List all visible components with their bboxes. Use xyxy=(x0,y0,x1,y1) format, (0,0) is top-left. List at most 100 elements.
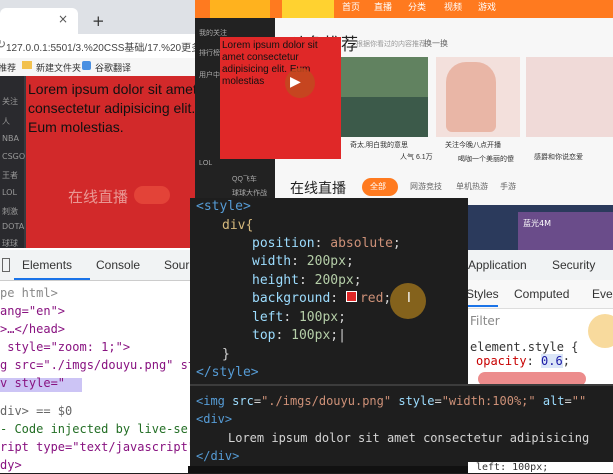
semicolon: ; xyxy=(562,354,570,368)
bookmark-item[interactable]: 新建文件夹 xyxy=(36,61,81,74)
folder-icon xyxy=(22,61,32,69)
sidebar-item[interactable]: CSGO xyxy=(2,152,25,161)
sidebar-item[interactable]: 王者 xyxy=(2,170,18,181)
dom-line[interactable]: ang="en"> xyxy=(0,302,65,320)
dom-line[interactable]: style="zoom: 1;"> xyxy=(0,338,130,356)
nav-category[interactable]: 分类 xyxy=(408,0,426,13)
bookmark-item[interactable]: 谷歌翻译 xyxy=(95,61,131,74)
brand-banner xyxy=(282,0,334,18)
card-title[interactable]: 感爵和你说恋爱 xyxy=(534,152,583,162)
code-line[interactable]: </div> xyxy=(196,447,239,466)
dom-line[interactable]: dy> xyxy=(0,456,22,474)
html-tag: <div> xyxy=(196,412,233,426)
dom-line[interactable]: ript type="text/javascript"> xyxy=(0,438,202,456)
tab-event-listeners[interactable]: Eve xyxy=(592,287,613,301)
colon: : xyxy=(526,354,542,368)
css-value: absolute xyxy=(330,236,393,251)
dom-line[interactable]: >…</head> xyxy=(0,320,65,338)
dom-line[interactable]: g src="./imgs/douyu.png" sty xyxy=(0,356,202,374)
html-attr-value: "width:100%;" xyxy=(441,394,536,408)
color-swatch[interactable] xyxy=(345,291,357,302)
bookmark-item[interactable]: 推荐 xyxy=(0,61,16,74)
dom-line[interactable]: pe html> xyxy=(0,284,58,302)
sidebar-item[interactable]: NBA xyxy=(2,134,19,143)
sidebar-item[interactable]: LOL xyxy=(2,188,17,197)
html-attr: src xyxy=(232,394,254,408)
css-property: width xyxy=(252,254,292,269)
code-line[interactable]: <img src="./imgs/douyu.png" style="width… xyxy=(196,392,586,411)
dom-line[interactable]: v style=" xyxy=(0,374,65,392)
tab-computed[interactable]: Computed xyxy=(514,287,569,301)
sidebar-item[interactable]: 关注 xyxy=(2,96,18,107)
code-line[interactable]: <style> xyxy=(196,198,251,216)
editor-footer xyxy=(188,466,468,473)
code-line[interactable]: </style> xyxy=(196,364,259,382)
section-subtitle: 根据你看过的内容推荐 xyxy=(356,40,426,48)
code-line[interactable]: div{ xyxy=(222,217,253,235)
css-property: background xyxy=(252,291,331,306)
sidebar-item[interactable]: 刺激 xyxy=(2,206,18,217)
sidebar-item[interactable]: 人 xyxy=(2,116,10,127)
category-tab[interactable]: 单机热游 xyxy=(456,181,488,192)
url-input[interactable]: 127.0.0.1:5501/3.%20CSS基础/17.%20更多 xyxy=(6,39,201,54)
tab-security[interactable]: Security xyxy=(552,258,595,272)
html-tag: <img xyxy=(196,394,225,408)
refresh-button[interactable]: 换一换 xyxy=(424,38,448,49)
code-line[interactable]: <div> xyxy=(196,410,232,429)
site-logo[interactable] xyxy=(210,0,270,18)
code-line[interactable]: background: red; xyxy=(252,290,391,308)
tab-console[interactable]: Console xyxy=(96,258,140,272)
code-line[interactable]: Lorem ipsum dolor sit amet consectetur a… xyxy=(228,429,589,448)
tab-close-icon[interactable]: × xyxy=(58,12,68,26)
sidebar-item[interactable]: DOTA xyxy=(2,222,24,231)
streamer-photo xyxy=(446,62,496,132)
property-value[interactable]: 0.6 xyxy=(541,354,563,368)
sidebar-item[interactable]: QQ飞车 xyxy=(232,174,257,184)
sidebar-item[interactable]: 球球大作战 xyxy=(232,188,267,198)
html-attr-value: "" xyxy=(571,394,587,408)
filter-input[interactable]: Filter xyxy=(470,314,500,328)
nav-video[interactable]: 视频 xyxy=(444,0,462,13)
text-cursor-icon: I xyxy=(407,291,411,306)
category-tab[interactable]: 手游 xyxy=(500,181,516,192)
stream-badge: 蓝光4M xyxy=(523,219,551,228)
all-button[interactable] xyxy=(134,186,170,204)
nav-live[interactable]: 直播 xyxy=(374,0,392,13)
html-tag: </div> xyxy=(196,449,240,463)
new-tab-icon[interactable]: + xyxy=(92,12,105,30)
stream-card-overlay xyxy=(340,57,428,97)
code-line[interactable]: height: 200px; xyxy=(252,272,362,290)
lorem-text: Lorem ipsum dolor sit amet consectetur a… xyxy=(28,81,197,135)
dom-comment[interactable]: - Code injected by live-serv xyxy=(0,420,202,438)
css-property: left xyxy=(252,310,284,325)
code-line[interactable]: } xyxy=(222,346,230,364)
live-heading: 在线直播 xyxy=(290,180,346,196)
sidebar-item[interactable]: LOL xyxy=(199,160,212,167)
tab-application[interactable]: Application xyxy=(468,258,527,272)
lorem-text: Lorem ipsum dolor sit amet consectetur a… xyxy=(222,40,318,87)
opacity-declaration[interactable]: opacity: 0.6; xyxy=(476,354,570,368)
property-name: opacity xyxy=(476,354,527,368)
category-tab[interactable]: 网游竞技 xyxy=(410,181,442,192)
sidebar-item[interactable]: 排行榜 xyxy=(199,48,220,58)
dom-line-selected[interactable]: div> == $0 xyxy=(0,402,72,420)
nav-home[interactable]: 首页 xyxy=(342,0,360,13)
card-viewers: 人气 6.1万 xyxy=(400,154,433,161)
device-toggle-icon[interactable] xyxy=(2,258,10,272)
sidebar-item[interactable]: 球球 xyxy=(2,238,18,249)
tab-sources[interactable]: Sour xyxy=(164,258,189,272)
code-line[interactable]: width: 200px; xyxy=(252,253,354,271)
code-line[interactable]: position: absolute; xyxy=(252,235,401,253)
card-title[interactable]: 关注今晚八点开播 xyxy=(445,140,501,150)
stream-card-thumb[interactable] xyxy=(526,57,613,137)
left-declaration[interactable]: left: 100px; xyxy=(476,462,548,473)
code-line[interactable]: top: 100px;| xyxy=(252,327,346,345)
nav-games[interactable]: 游戏 xyxy=(478,0,496,13)
tab-elements[interactable]: Elements xyxy=(22,258,72,272)
tab-styles[interactable]: Styles xyxy=(466,287,499,301)
code-line[interactable]: left: 100px; xyxy=(252,309,346,327)
element-style-rule: element.style { xyxy=(470,340,579,354)
css-value: 100px xyxy=(291,328,331,343)
card-title[interactable]: 奇太,明白我的意思 xyxy=(350,140,408,150)
css-property: height xyxy=(252,273,299,288)
